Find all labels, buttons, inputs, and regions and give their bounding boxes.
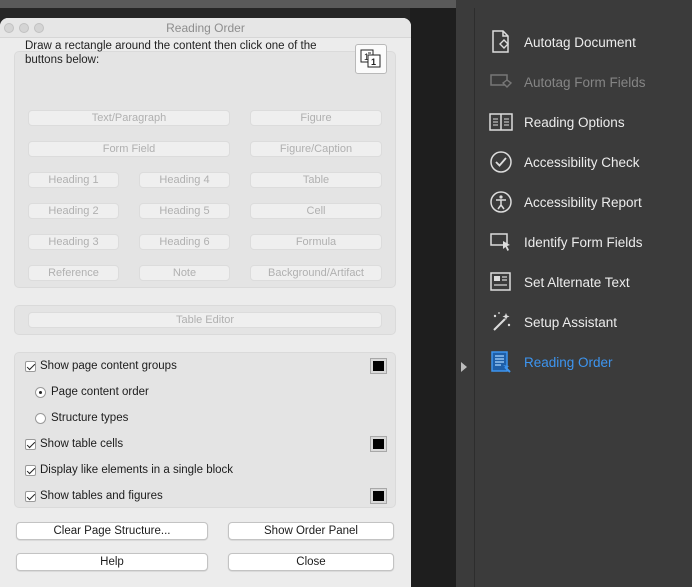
show-page-content-groups-checkbox[interactable] bbox=[25, 360, 36, 372]
page-content-order-option[interactable]: Page content order bbox=[35, 386, 149, 398]
clear-page-structure-button[interactable]: Clear Page Structure... bbox=[16, 522, 208, 540]
tool-setup-assistant[interactable]: Setup Assistant bbox=[488, 307, 617, 337]
dialog-title: Reading Order bbox=[166, 21, 245, 35]
accessibility-check-icon bbox=[488, 149, 514, 175]
reading-options-icon bbox=[488, 109, 514, 135]
tool-label: Reading Order bbox=[524, 354, 613, 370]
display-like-elements-checkbox[interactable] bbox=[25, 464, 36, 476]
structure-types-option[interactable]: Structure types bbox=[35, 412, 128, 424]
background-artifact-button[interactable]: Background/Artifact bbox=[250, 265, 382, 281]
show-page-content-groups-option[interactable]: Show page content groups bbox=[25, 360, 177, 372]
note-button[interactable]: Note bbox=[139, 265, 230, 281]
option-label: Show tables and figures bbox=[40, 490, 163, 502]
instructions-text: Draw a rectangle around the content then… bbox=[25, 40, 317, 66]
help-button[interactable]: Help bbox=[16, 553, 208, 571]
cell-button[interactable]: Cell bbox=[250, 203, 382, 219]
page-content-order-radio[interactable] bbox=[35, 386, 46, 398]
dialog-titlebar[interactable]: Reading Order bbox=[0, 18, 411, 38]
heading-4-button[interactable]: Heading 4 bbox=[139, 172, 230, 188]
heading-3-button[interactable]: Heading 3 bbox=[28, 234, 119, 250]
tag-buttons-group bbox=[14, 51, 396, 288]
reading-order-icon bbox=[488, 349, 514, 375]
display-options-group bbox=[14, 352, 396, 508]
heading-1-button[interactable]: Heading 1 bbox=[28, 172, 119, 188]
tool-label: Accessibility Check bbox=[524, 154, 640, 170]
show-tables-and-figures-option[interactable]: Show tables and figures bbox=[25, 490, 163, 502]
heading-6-button[interactable]: Heading 6 bbox=[139, 234, 230, 250]
tables-and-figures-color-swatch[interactable] bbox=[370, 488, 387, 504]
close-button[interactable]: Close bbox=[228, 553, 394, 571]
tool-identify-form-fields[interactable]: Identify Form Fields bbox=[488, 227, 643, 257]
formula-button[interactable]: Formula bbox=[250, 234, 382, 250]
tool-label: Reading Options bbox=[524, 114, 625, 130]
setup-assistant-icon bbox=[488, 309, 514, 335]
heading-2-button[interactable]: Heading 2 bbox=[28, 203, 119, 219]
structure-detect-icon: 1 1 bbox=[360, 49, 381, 68]
tool-autotag-form-fields[interactable]: Autotag Form Fields bbox=[488, 67, 646, 97]
show-table-cells-option[interactable]: Show table cells bbox=[25, 438, 123, 450]
page-content-groups-color-swatch[interactable] bbox=[370, 358, 387, 374]
identify-form-fields-icon bbox=[488, 229, 514, 255]
autotag-document-icon bbox=[488, 29, 514, 55]
text-paragraph-button[interactable]: Text/Paragraph bbox=[28, 110, 230, 126]
tool-label: Set Alternate Text bbox=[524, 274, 630, 290]
table-button[interactable]: Table bbox=[250, 172, 382, 188]
accessibility-report-icon bbox=[488, 189, 514, 215]
display-like-elements-option[interactable]: Display like elements in a single block bbox=[25, 464, 233, 476]
option-label: Show table cells bbox=[40, 438, 124, 450]
background-window-strip bbox=[0, 0, 456, 8]
form-field-button[interactable]: Form Field bbox=[28, 141, 230, 157]
tool-accessibility-check[interactable]: Accessibility Check bbox=[488, 147, 640, 177]
table-cells-color-swatch[interactable] bbox=[370, 436, 387, 452]
option-label: Show page content groups bbox=[40, 360, 177, 372]
heading-5-button[interactable]: Heading 5 bbox=[139, 203, 230, 219]
structure-types-radio[interactable] bbox=[35, 412, 46, 424]
svg-text:1: 1 bbox=[371, 57, 376, 67]
show-order-panel-button[interactable]: Show Order Panel bbox=[228, 522, 394, 540]
tool-set-alternate-text[interactable]: Set Alternate Text bbox=[488, 267, 630, 297]
document-area bbox=[410, 8, 456, 587]
minimize-window-icon[interactable] bbox=[19, 23, 29, 33]
autotag-form-fields-icon bbox=[488, 69, 514, 95]
panel-divider bbox=[474, 8, 475, 587]
option-label: Structure types bbox=[51, 412, 129, 424]
tool-label: Accessibility Report bbox=[524, 194, 642, 210]
structure-detect-button[interactable]: 1 1 bbox=[355, 44, 387, 74]
option-label: Page content order bbox=[51, 386, 149, 398]
tool-reading-options[interactable]: Reading Options bbox=[488, 107, 625, 137]
tool-accessibility-report[interactable]: Accessibility Report bbox=[488, 187, 642, 217]
tool-label: Identify Form Fields bbox=[524, 234, 643, 250]
show-table-cells-checkbox[interactable] bbox=[25, 438, 36, 450]
tool-label: Autotag Form Fields bbox=[524, 74, 646, 90]
collapse-panel-arrow-icon[interactable] bbox=[461, 362, 467, 372]
tool-autotag-document[interactable]: Autotag Document bbox=[488, 27, 636, 57]
figure-button[interactable]: Figure bbox=[250, 110, 382, 126]
set-alternate-text-icon bbox=[488, 269, 514, 295]
option-label: Display like elements in a single block bbox=[40, 464, 234, 476]
close-window-icon[interactable] bbox=[4, 23, 14, 33]
tool-label: Autotag Document bbox=[524, 34, 636, 50]
figure-caption-button[interactable]: Figure/Caption bbox=[250, 141, 382, 157]
table-editor-button[interactable]: Table Editor bbox=[28, 312, 382, 328]
tool-reading-order[interactable]: Reading Order bbox=[488, 347, 613, 377]
tool-label: Setup Assistant bbox=[524, 314, 618, 330]
reference-button[interactable]: Reference bbox=[28, 265, 119, 281]
zoom-window-icon[interactable] bbox=[34, 23, 44, 33]
show-tables-and-figures-checkbox[interactable] bbox=[25, 490, 36, 502]
